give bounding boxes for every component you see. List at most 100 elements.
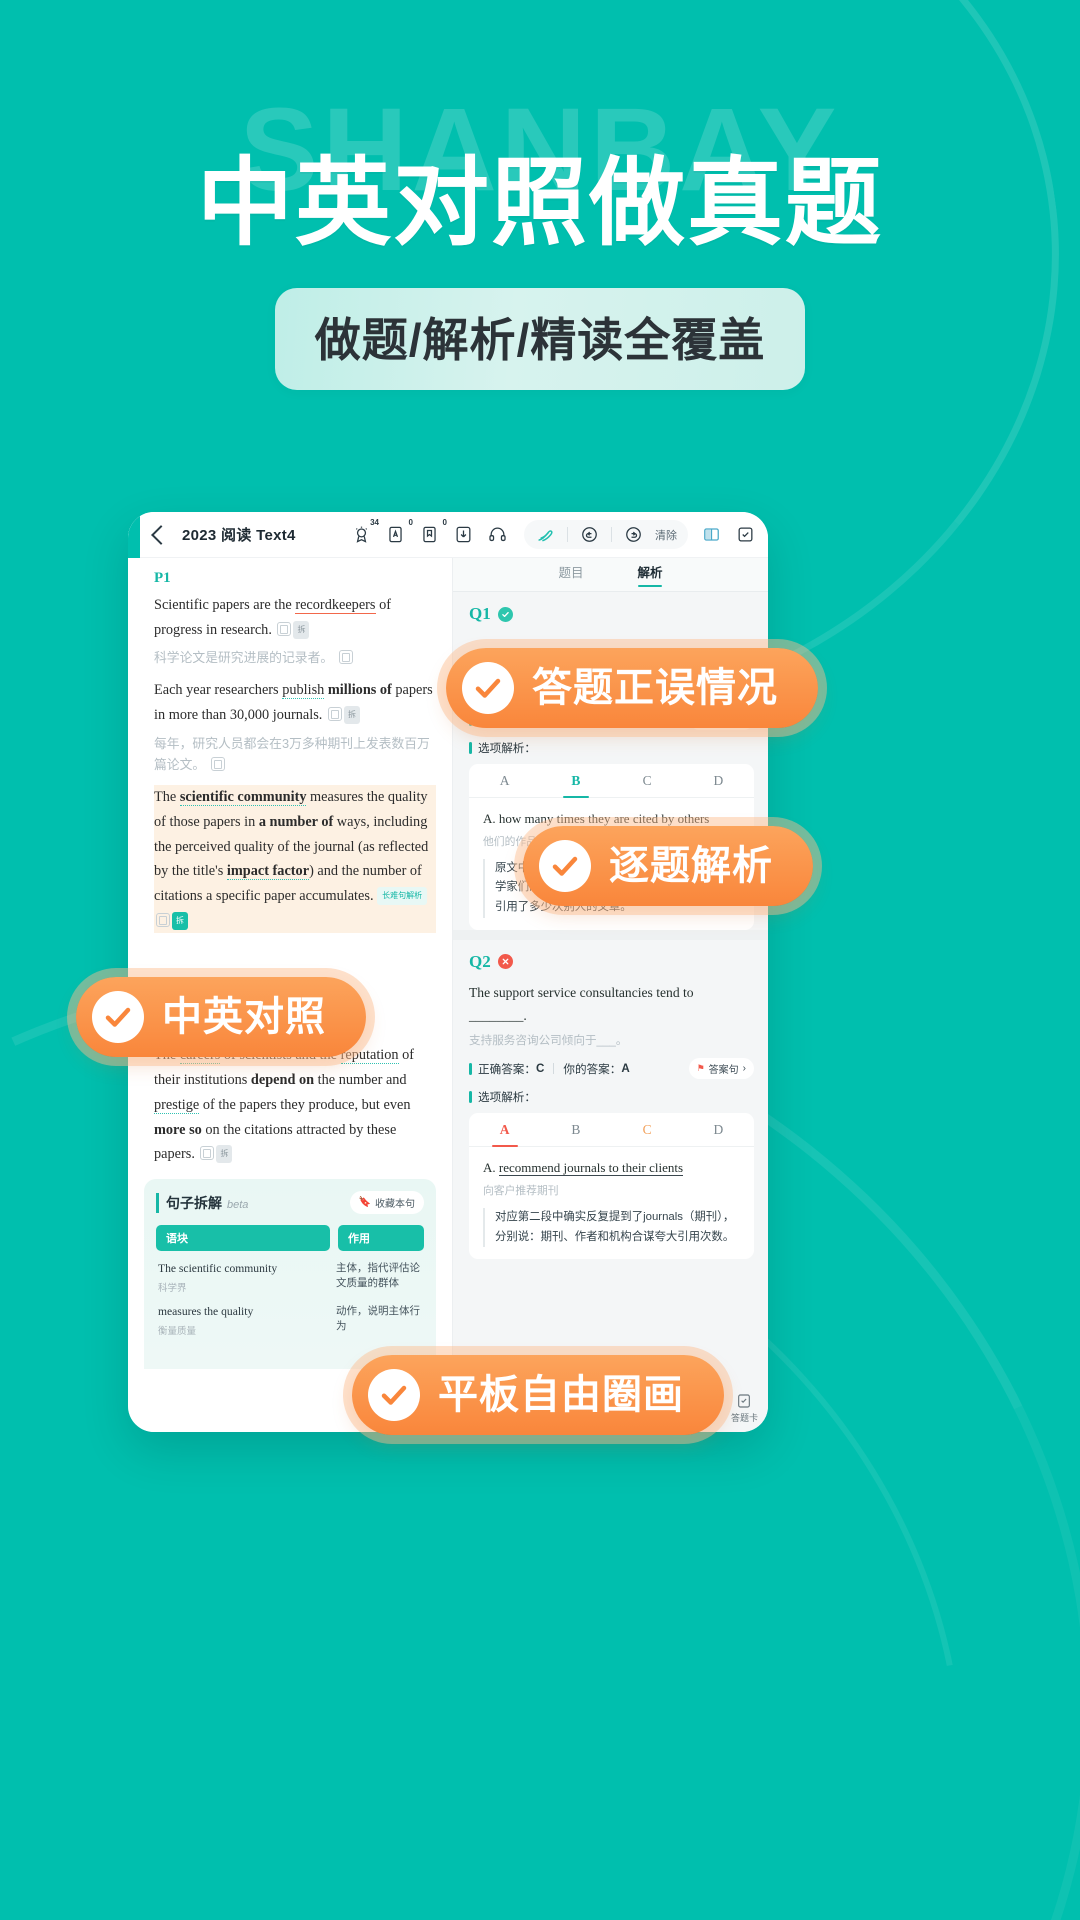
- option-tab-b[interactable]: B: [540, 764, 611, 797]
- badge-count: 0: [408, 518, 413, 527]
- split-view-icon[interactable]: [701, 524, 722, 545]
- analysis-tabs: 题目 解析: [453, 558, 768, 592]
- headphones-icon[interactable]: [487, 524, 508, 545]
- copy-icon[interactable]: [156, 912, 170, 927]
- note-card-icon[interactable]: [735, 524, 756, 545]
- your-answer-value: A: [621, 1062, 630, 1076]
- breakdown-table-header: 语块 作用: [156, 1225, 424, 1252]
- split-chip[interactable]: 拆: [172, 911, 188, 930]
- question-block-q2: Q2 The support service consultancies ten…: [453, 939, 768, 1260]
- sentence-card-title: 句子拆解 beta: [156, 1192, 248, 1213]
- sentence-text: The: [154, 789, 180, 806]
- badge-medal-icon[interactable]: 34: [351, 519, 379, 545]
- sentence-bold: scientific community: [179, 789, 307, 807]
- copy-icon[interactable]: [327, 706, 342, 721]
- option-tab-d[interactable]: D: [683, 1113, 754, 1146]
- answer-card-label: 答题卡: [730, 1413, 758, 1423]
- question-stem: The support service consultancies tend t…: [469, 984, 694, 1024]
- option-cn: 向客户推荐期刊: [483, 1184, 559, 1197]
- option-tab-c[interactable]: C: [612, 1113, 683, 1146]
- text-note-icon[interactable]: 0: [385, 519, 413, 545]
- accent-bar: [469, 742, 472, 754]
- option-tab-a[interactable]: A: [469, 1113, 540, 1146]
- split-chip[interactable]: 拆: [343, 705, 360, 724]
- copy-icon[interactable]: [200, 1146, 215, 1161]
- option-en: recommend journals to their clients: [498, 1160, 684, 1177]
- translation-text: 每年，研究人员都会在3万多种期刊上发表数百万篇论文。: [154, 735, 430, 773]
- correct-answer-value: C: [535, 1062, 545, 1076]
- options-label: 选项解析：: [478, 1091, 536, 1105]
- tab-analysis[interactable]: 解析: [638, 562, 663, 587]
- undo-icon[interactable]: [579, 524, 600, 545]
- sentence-underlined: recordkeepers: [295, 597, 376, 614]
- copy-icon[interactable]: [210, 757, 225, 772]
- accent-bar: [469, 1062, 472, 1075]
- long-sentence-analysis-chip[interactable]: 长难句解析: [377, 887, 428, 905]
- callout-answer-status: 答题正误情况: [446, 648, 818, 728]
- callout-label: 平板自由圈画: [438, 1373, 684, 1417]
- accent-bar: [469, 1091, 472, 1104]
- your-answer-label: 你的答案：: [563, 1062, 622, 1076]
- subtitle-container: 做题/解析/精读全覆盖: [0, 288, 1080, 390]
- column-header-role: 作用: [338, 1225, 424, 1252]
- split-chip[interactable]: 拆: [216, 1145, 233, 1164]
- copy-icon[interactable]: [277, 621, 292, 636]
- option-en: how many times they are cited by others: [498, 811, 710, 826]
- sentence-text: of the papers they produce, but even: [199, 1096, 411, 1113]
- check-circle-icon: [462, 662, 514, 714]
- bookmark-note-icon[interactable]: 0: [419, 519, 447, 545]
- check-circle-icon: [92, 991, 144, 1043]
- check-circle-icon: [539, 840, 591, 892]
- tab-questions[interactable]: 题目: [558, 562, 583, 587]
- app-toolbar: 2023 阅读 Text4 34 0 0 清除: [128, 512, 768, 558]
- clear-button[interactable]: 清除: [655, 527, 677, 543]
- chunk-cell: The scientific community 科学界: [158, 1261, 328, 1294]
- option-tab-d[interactable]: D: [683, 764, 754, 797]
- bookmark-icon: 🔖: [358, 1197, 371, 1209]
- annotation-tool-group: 清除: [524, 520, 688, 549]
- table-row: The scientific community 科学界 主体，指代评估论文质量…: [156, 1261, 424, 1294]
- download-icon[interactable]: [453, 524, 474, 545]
- option-tab-a[interactable]: A: [469, 764, 540, 797]
- sentence-dotted: publish: [282, 682, 325, 700]
- sentence-dotted: reputation: [340, 1047, 399, 1065]
- passage-translation: 科学论文是研究进展的记录者。: [154, 647, 436, 669]
- answer-summary-row: 正确答案： C 你的答案： A ⚑ 答案句 ›: [469, 1058, 754, 1080]
- option-text: A. recommend journals to their clients: [483, 1158, 740, 1179]
- answer-card-button[interactable]: 答题卡: [731, 1393, 758, 1424]
- highlighter-pen-icon[interactable]: [535, 524, 556, 545]
- back-chevron-icon[interactable]: [151, 524, 171, 545]
- chevron-right-icon: ›: [742, 1063, 746, 1075]
- poster-subtitle: 做题/解析/精读全覆盖: [274, 288, 806, 390]
- sentence-dotted: prestige: [154, 1096, 200, 1114]
- callout-per-question-analysis: 逐题解析: [523, 826, 813, 906]
- passage-sentence-highlighted: The scientific community measures the qu…: [154, 785, 436, 934]
- sentence-bold: more so: [154, 1121, 202, 1138]
- callout-label: 逐题解析: [609, 844, 773, 888]
- callout-label: 中英对照: [162, 995, 326, 1039]
- option-explanation: 对应第二段中确实反复提到了journals（期刊），分别说：期刊、作者和机构合谋…: [483, 1207, 740, 1248]
- split-chip[interactable]: 拆: [293, 620, 310, 639]
- callout-bilingual: 中英对照: [76, 977, 366, 1057]
- redo-icon[interactable]: [623, 524, 644, 545]
- sentence-bold: a number of: [258, 813, 334, 830]
- question-stem-translation: 支持服务咨询公司倾向于___。: [469, 1034, 628, 1048]
- toolbar-divider: [567, 527, 568, 542]
- option-tab-b[interactable]: B: [540, 1113, 611, 1146]
- check-circle-icon: [368, 1369, 420, 1421]
- copy-icon[interactable]: [338, 650, 353, 665]
- toolbar-icon-group: 34 0 0 清除: [351, 519, 756, 549]
- sentence-text-pre: Each year researchers: [154, 682, 283, 699]
- favorite-sentence-button[interactable]: 🔖 收藏本句: [349, 1191, 424, 1215]
- sentence-text-pre: Scientific papers are the: [154, 597, 296, 613]
- sentence-card-title-text: 句子拆解: [166, 1194, 222, 1211]
- page-title: 2023 阅读 Text4: [182, 527, 296, 544]
- flag-icon: ⚑: [696, 1063, 705, 1074]
- favorite-label: 收藏本句: [375, 1199, 415, 1211]
- answer-sentence-button[interactable]: ⚑ 答案句 ›: [688, 1058, 754, 1080]
- option-tabs: A B C D: [469, 764, 754, 798]
- cross-icon: [497, 954, 513, 970]
- options-label-row: 选项解析：: [469, 740, 754, 756]
- option-tab-c[interactable]: C: [612, 764, 683, 797]
- badge-count: 0: [442, 518, 447, 527]
